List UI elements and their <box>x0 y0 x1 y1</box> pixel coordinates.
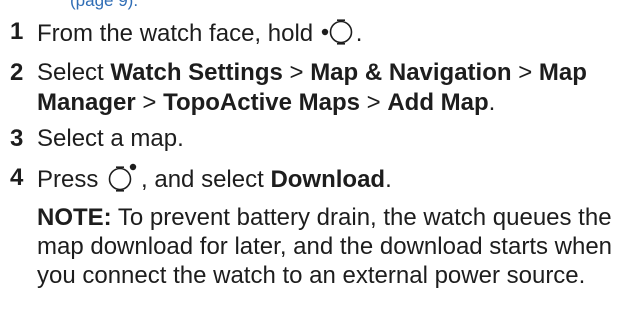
menu-item-add-map: Add Map <box>387 89 489 116</box>
step-number: 2 <box>10 59 24 86</box>
menu-item-topoactive-maps: TopoActive Maps <box>163 89 360 116</box>
step-text-part: . <box>355 20 363 47</box>
separator: > <box>511 59 539 86</box>
step-text-part: Press <box>37 166 106 193</box>
step-number: 1 <box>10 18 24 45</box>
step-text-part: Select <box>37 59 111 86</box>
step-text: Select Watch Settings > Map & Navigation… <box>37 58 622 118</box>
menu-item-map-navigation: Map & Navigation <box>310 59 512 86</box>
separator: > <box>282 59 311 86</box>
step-text-part: From the watch face, hold <box>37 20 320 47</box>
step-number: 4 <box>10 164 24 191</box>
step-text: Press , and select Download. <box>37 163 622 195</box>
step-text-part: . <box>488 89 496 116</box>
step-text: Select a map. <box>37 125 184 152</box>
step-text-part: , and select <box>141 166 271 193</box>
manual-page: (page 9). 1 From the watch face, hold . … <box>0 0 626 324</box>
note-paragraph: NOTE: To prevent battery drain, the watc… <box>37 203 622 290</box>
note-text: To prevent battery drain, the watch queu… <box>37 204 613 289</box>
menu-item-download: Download <box>270 166 386 193</box>
watch-button-left-icon <box>320 17 356 47</box>
step-number: 3 <box>10 125 24 152</box>
separator: > <box>135 89 164 116</box>
step-text: From the watch face, hold . <box>37 17 622 49</box>
page-reference-link[interactable]: (page 9). <box>70 0 138 11</box>
step-text-part: . <box>385 166 392 193</box>
watch-button-right-icon <box>105 163 141 193</box>
note-label: NOTE: <box>37 204 112 231</box>
menu-item-watch-settings: Watch Settings <box>110 59 283 86</box>
separator: > <box>359 89 388 116</box>
